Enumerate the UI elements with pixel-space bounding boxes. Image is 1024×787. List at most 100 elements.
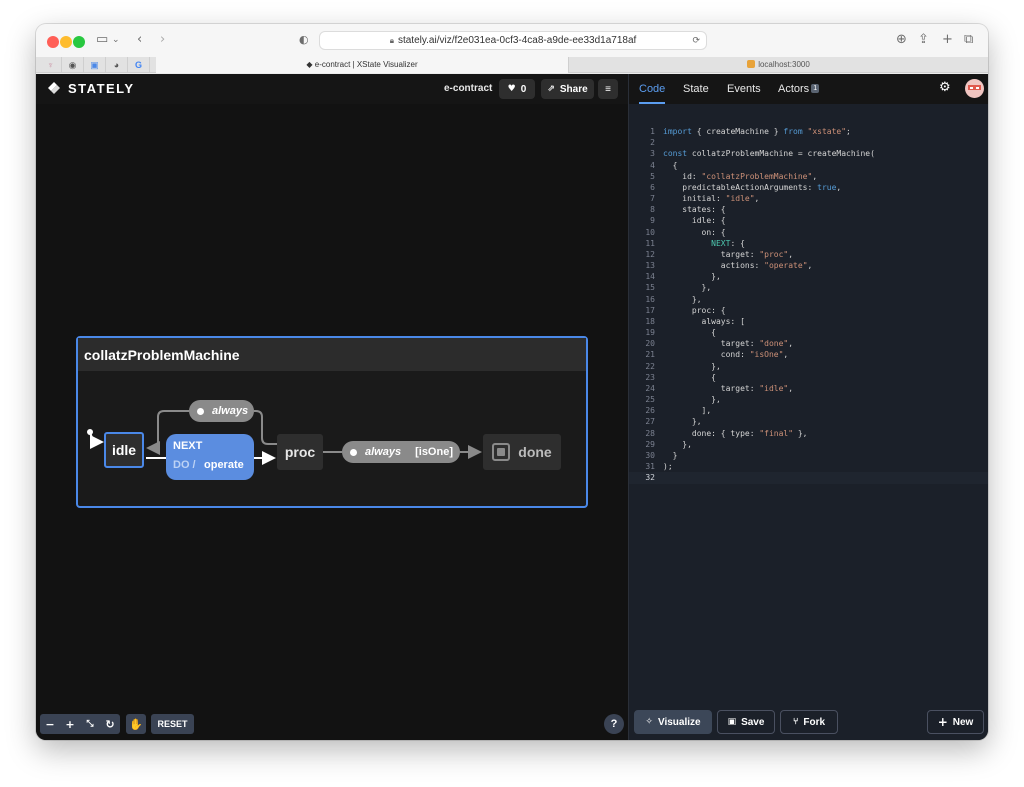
share-button[interactable]: ⇗ Share (541, 79, 594, 99)
code-text: predictableActionArguments: true, (663, 182, 842, 192)
code-line[interactable]: 4 { (629, 160, 988, 171)
code-editor[interactable]: 1 import { createMachine } from "xstate";… (629, 126, 988, 484)
state-proc-label: proc (284, 444, 316, 460)
code-line[interactable]: 32 (629, 472, 988, 484)
code-line[interactable]: 22 }, (629, 361, 988, 372)
code-line[interactable]: 11 NEXT: { (629, 238, 988, 249)
menu-button[interactable]: ≡ (598, 79, 618, 99)
lock-icon: 🔒︎ (389, 36, 394, 45)
line-number: 23 (645, 372, 655, 382)
shield-icon[interactable]: ◐ (299, 32, 309, 48)
line-number: 32 (645, 473, 655, 483)
initial-dot (87, 429, 93, 435)
code-panel: Code State Events Actors 1 ⚙ 1 import { cr… (628, 74, 988, 740)
state-done[interactable]: done (483, 434, 561, 470)
chevron-down-icon[interactable]: ⌄ (112, 32, 120, 48)
code-text: target: "done", (663, 339, 794, 349)
code-line[interactable]: 6 predictableActionArguments: true, (629, 182, 988, 193)
tab-overview-icon[interactable]: ⧉ (964, 32, 973, 48)
code-line[interactable]: 8 states: { (629, 204, 988, 215)
code-line[interactable]: 28 done: { type: "final" }, (629, 428, 988, 439)
close-window-button[interactable] (47, 36, 59, 48)
state-idle[interactable]: idle (104, 432, 144, 468)
tab-state[interactable]: State (683, 74, 709, 104)
always-transition-pill[interactable]: always (189, 400, 254, 422)
tab-e-contract[interactable]: ◆ e-contract | XState Visualizer (156, 57, 568, 73)
code-text: }, (663, 294, 702, 304)
code-text: }, (663, 283, 712, 293)
state-proc[interactable]: proc (277, 434, 323, 470)
avatar[interactable] (965, 79, 984, 98)
code-line[interactable]: 23 { (629, 372, 988, 383)
minimize-window-button[interactable] (60, 36, 72, 48)
sidebar-toggle-icon[interactable]: ▭ (96, 32, 108, 48)
always-guard-transition-pill[interactable]: always [isOne] (342, 441, 460, 463)
code-line[interactable]: 21 cond: "isOne", (629, 349, 988, 360)
code-line[interactable]: 1 import { createMachine } from "xstate"; (629, 126, 988, 137)
gear-icon[interactable]: ⚙ (939, 81, 953, 95)
line-number: 7 (650, 194, 655, 204)
tab-strip: ♆ ◉ ▣ ◕ G ◆ e-contract | XState Visualiz… (36, 57, 988, 73)
new-button[interactable]: + New (927, 710, 984, 734)
code-line[interactable]: 15 }, (629, 282, 988, 293)
help-button[interactable]: ? (604, 714, 624, 734)
stately-logo[interactable]: STATELY (46, 80, 135, 96)
code-line[interactable]: 18 always: [ (629, 316, 988, 327)
code-text: done: { type: "final" }, (663, 428, 808, 438)
reset-view-button[interactable]: ↻ (100, 714, 120, 734)
pinned-tab-icon[interactable]: ◕ (106, 57, 128, 73)
code-line[interactable]: 20 target: "done", (629, 338, 988, 349)
code-line[interactable]: 25 }, (629, 394, 988, 405)
app-header: STATELY e-contract ♥ 0 ⇗ Share ≡ (36, 74, 628, 104)
code-line[interactable]: 26 ], (629, 405, 988, 416)
code-line[interactable]: 5 id: "collatzProblemMachine", (629, 171, 988, 182)
code-line[interactable]: 31); (629, 461, 988, 472)
share-icon[interactable]: ⇪ (918, 32, 929, 48)
code-line[interactable]: 12 target: "proc", (629, 249, 988, 260)
state-machine-node[interactable]: collatzProblemMachine idle NEXT DO / ope… (76, 336, 588, 508)
reset-button[interactable]: RESET (151, 714, 194, 734)
pinned-tab-icon[interactable]: ◉ (62, 57, 84, 73)
visualizer-canvas[interactable]: STATELY e-contract ♥ 0 ⇗ Share ≡ collatzPr… (36, 74, 628, 740)
code-line[interactable]: 10 on: { (629, 227, 988, 238)
tab-events[interactable]: Events (727, 74, 761, 104)
pan-mode-button[interactable]: ✋ (126, 714, 146, 734)
address-bar[interactable]: 🔒︎ stately.ai/viz/f2e031ea-0cf3-4ca8-a9de… (319, 31, 707, 50)
pinned-tab-icon[interactable]: ▣ (84, 57, 106, 73)
fork-button[interactable]: ⑂ Fork (780, 710, 838, 734)
code-line[interactable]: 7 initial: "idle", (629, 193, 988, 204)
line-number: 1 (650, 127, 655, 136)
code-line[interactable]: 17 proc: { (629, 305, 988, 316)
code-line[interactable]: 19 { (629, 327, 988, 338)
code-line[interactable]: 3 const collatzProblemMachine = createMac… (629, 148, 988, 159)
code-line[interactable]: 14 }, (629, 271, 988, 282)
code-line[interactable]: 9 idle: { (629, 215, 988, 226)
new-tab-icon[interactable]: + (942, 32, 953, 48)
refresh-icon: ↻ (105, 717, 115, 731)
code-line[interactable]: 29 }, (629, 439, 988, 450)
code-line[interactable]: 27 }, (629, 416, 988, 427)
code-line[interactable]: 16 }, (629, 294, 988, 305)
code-line[interactable]: 24 target: "idle", (629, 383, 988, 394)
code-line[interactable]: 2 (629, 137, 988, 148)
google-icon[interactable]: G (128, 57, 150, 73)
pinned-tab-icon[interactable]: ♆ (40, 57, 62, 73)
download-icon[interactable]: ⊕ (896, 32, 907, 48)
back-arrow-icon[interactable]: ‹ (137, 32, 142, 48)
reload-icon[interactable]: ⟳ (692, 32, 700, 49)
tab-actors[interactable]: Actors 1 (778, 74, 820, 104)
zoom-out-button[interactable]: − (40, 714, 60, 734)
code-line[interactable]: 30 } (629, 450, 988, 461)
event-next-transition[interactable]: NEXT DO / operate (166, 434, 254, 480)
fit-view-button[interactable]: ⤡ (80, 714, 100, 734)
line-number: 24 (645, 383, 655, 393)
tab-code[interactable]: Code (639, 74, 666, 104)
maximize-window-button[interactable] (73, 36, 85, 48)
forward-arrow-icon[interactable]: › (160, 32, 165, 48)
visualize-button[interactable]: ✧ Visualize (634, 710, 712, 734)
zoom-in-button[interactable]: + (60, 714, 80, 734)
tab-localhost[interactable]: localhost:3000 (568, 57, 988, 73)
code-line[interactable]: 13 actions: "operate", (629, 260, 988, 271)
save-button[interactable]: ▣ Save (717, 710, 775, 734)
like-button[interactable]: ♥ 0 (499, 79, 535, 99)
